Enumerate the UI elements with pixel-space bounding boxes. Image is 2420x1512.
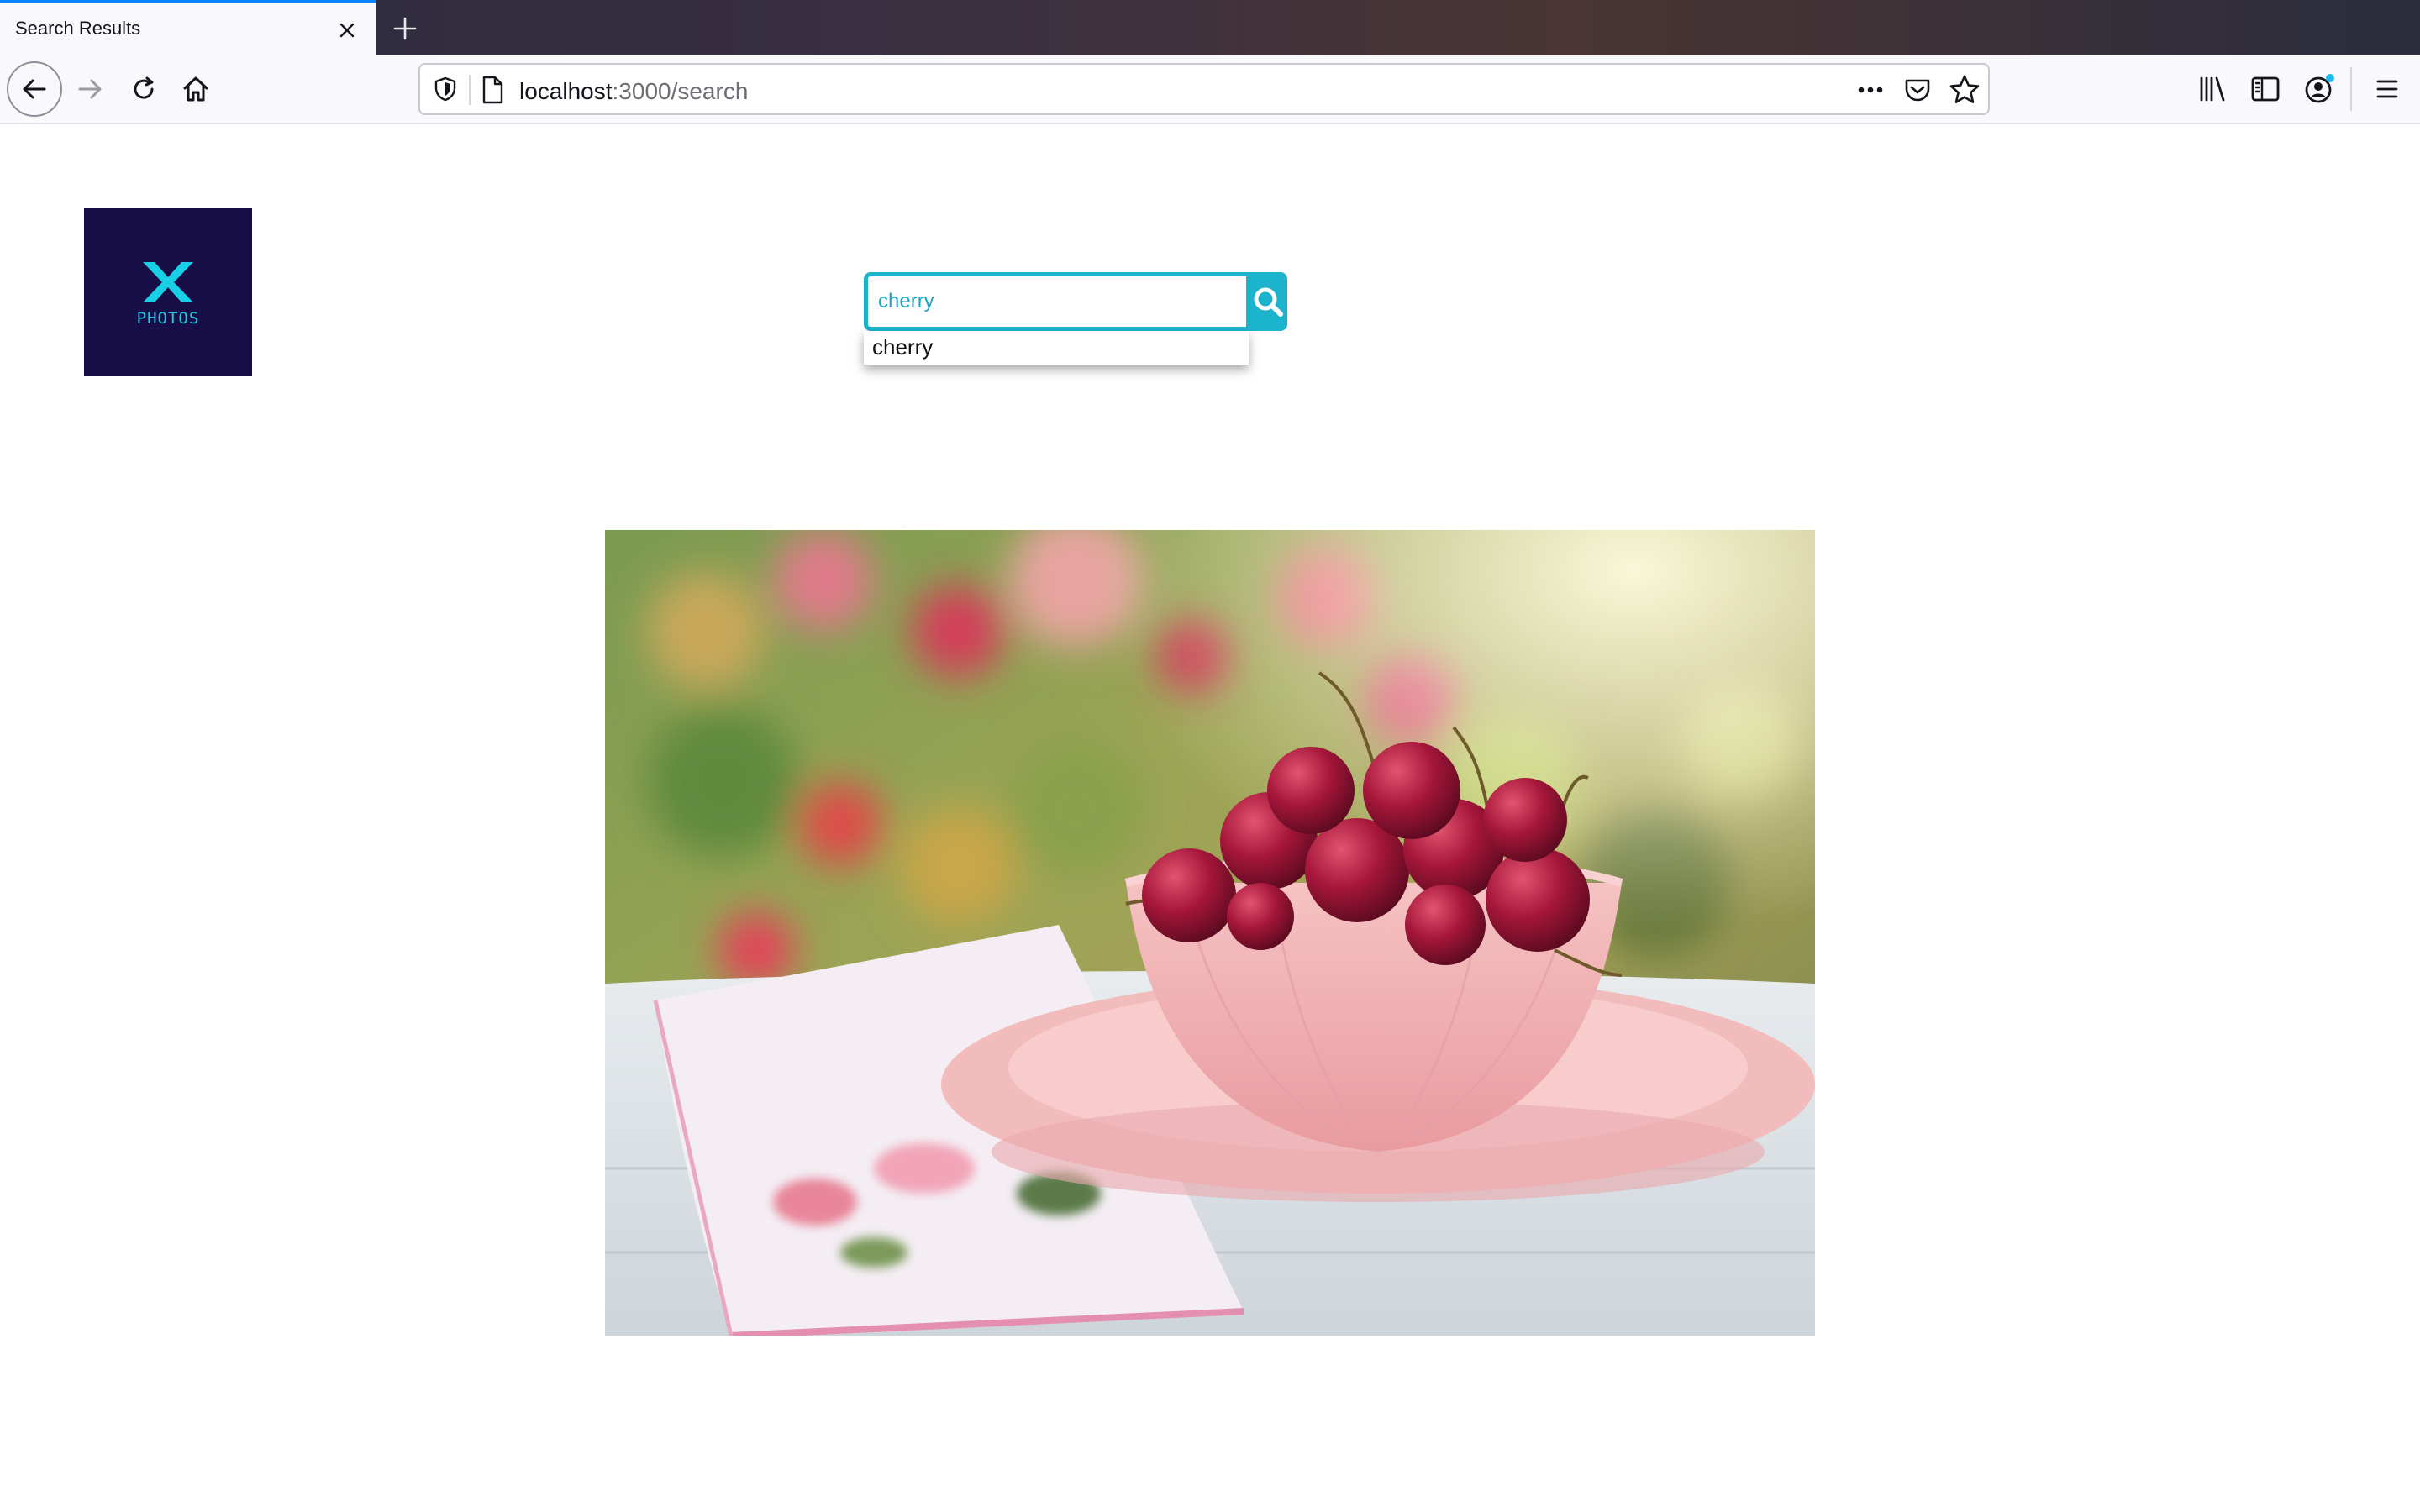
library-icon[interactable] bbox=[2195, 71, 2232, 108]
arrow-left-icon bbox=[23, 79, 46, 99]
cherry-photo[interactable] bbox=[605, 530, 1815, 1336]
toolbar-divider bbox=[2350, 67, 2352, 111]
arrow-right-icon bbox=[78, 79, 102, 99]
home-icon bbox=[183, 76, 208, 102]
ellipsis-icon[interactable] bbox=[1854, 75, 1887, 105]
back-button[interactable] bbox=[7, 61, 62, 117]
reload-icon bbox=[134, 76, 154, 99]
autocomplete-option[interactable]: cherry bbox=[872, 334, 933, 360]
address-bar-divider bbox=[469, 75, 471, 105]
url-path: :3000/search bbox=[612, 78, 749, 104]
address-bar[interactable]: localhost:3000/search bbox=[418, 63, 1990, 115]
tab-title: Search Results bbox=[15, 18, 141, 39]
sidebar-icon[interactable] bbox=[2247, 71, 2284, 108]
search-icon bbox=[1254, 287, 1283, 317]
page-icon[interactable] bbox=[479, 75, 506, 105]
account-icon[interactable] bbox=[2301, 71, 2338, 108]
home-button[interactable] bbox=[170, 63, 222, 115]
plus-icon[interactable] bbox=[388, 12, 422, 45]
autocomplete-dropdown: cherry bbox=[864, 331, 1249, 365]
shield-icon[interactable] bbox=[432, 76, 459, 102]
navigation-toolbar: localhost:3000/search bbox=[0, 55, 2420, 124]
site-logo[interactable]: PHOTOS bbox=[84, 208, 252, 376]
hamburger-menu-icon[interactable] bbox=[2370, 71, 2407, 108]
pocket-icon[interactable] bbox=[1902, 75, 1933, 105]
logo-text: PHOTOS bbox=[136, 309, 200, 328]
tab-strip: Search Results bbox=[0, 0, 2420, 55]
search-input[interactable] bbox=[864, 272, 1250, 331]
close-icon[interactable] bbox=[333, 16, 361, 45]
search-button[interactable] bbox=[1249, 272, 1287, 331]
x-logo-icon bbox=[143, 262, 193, 302]
url-host: localhost bbox=[519, 78, 613, 104]
url-text[interactable]: localhost:3000/search bbox=[519, 78, 748, 105]
tab-search-results[interactable]: Search Results bbox=[0, 0, 376, 55]
star-icon[interactable] bbox=[1948, 73, 1981, 107]
search-form bbox=[864, 272, 1287, 331]
forward-button[interactable] bbox=[64, 63, 116, 115]
reload-button[interactable] bbox=[118, 63, 170, 115]
